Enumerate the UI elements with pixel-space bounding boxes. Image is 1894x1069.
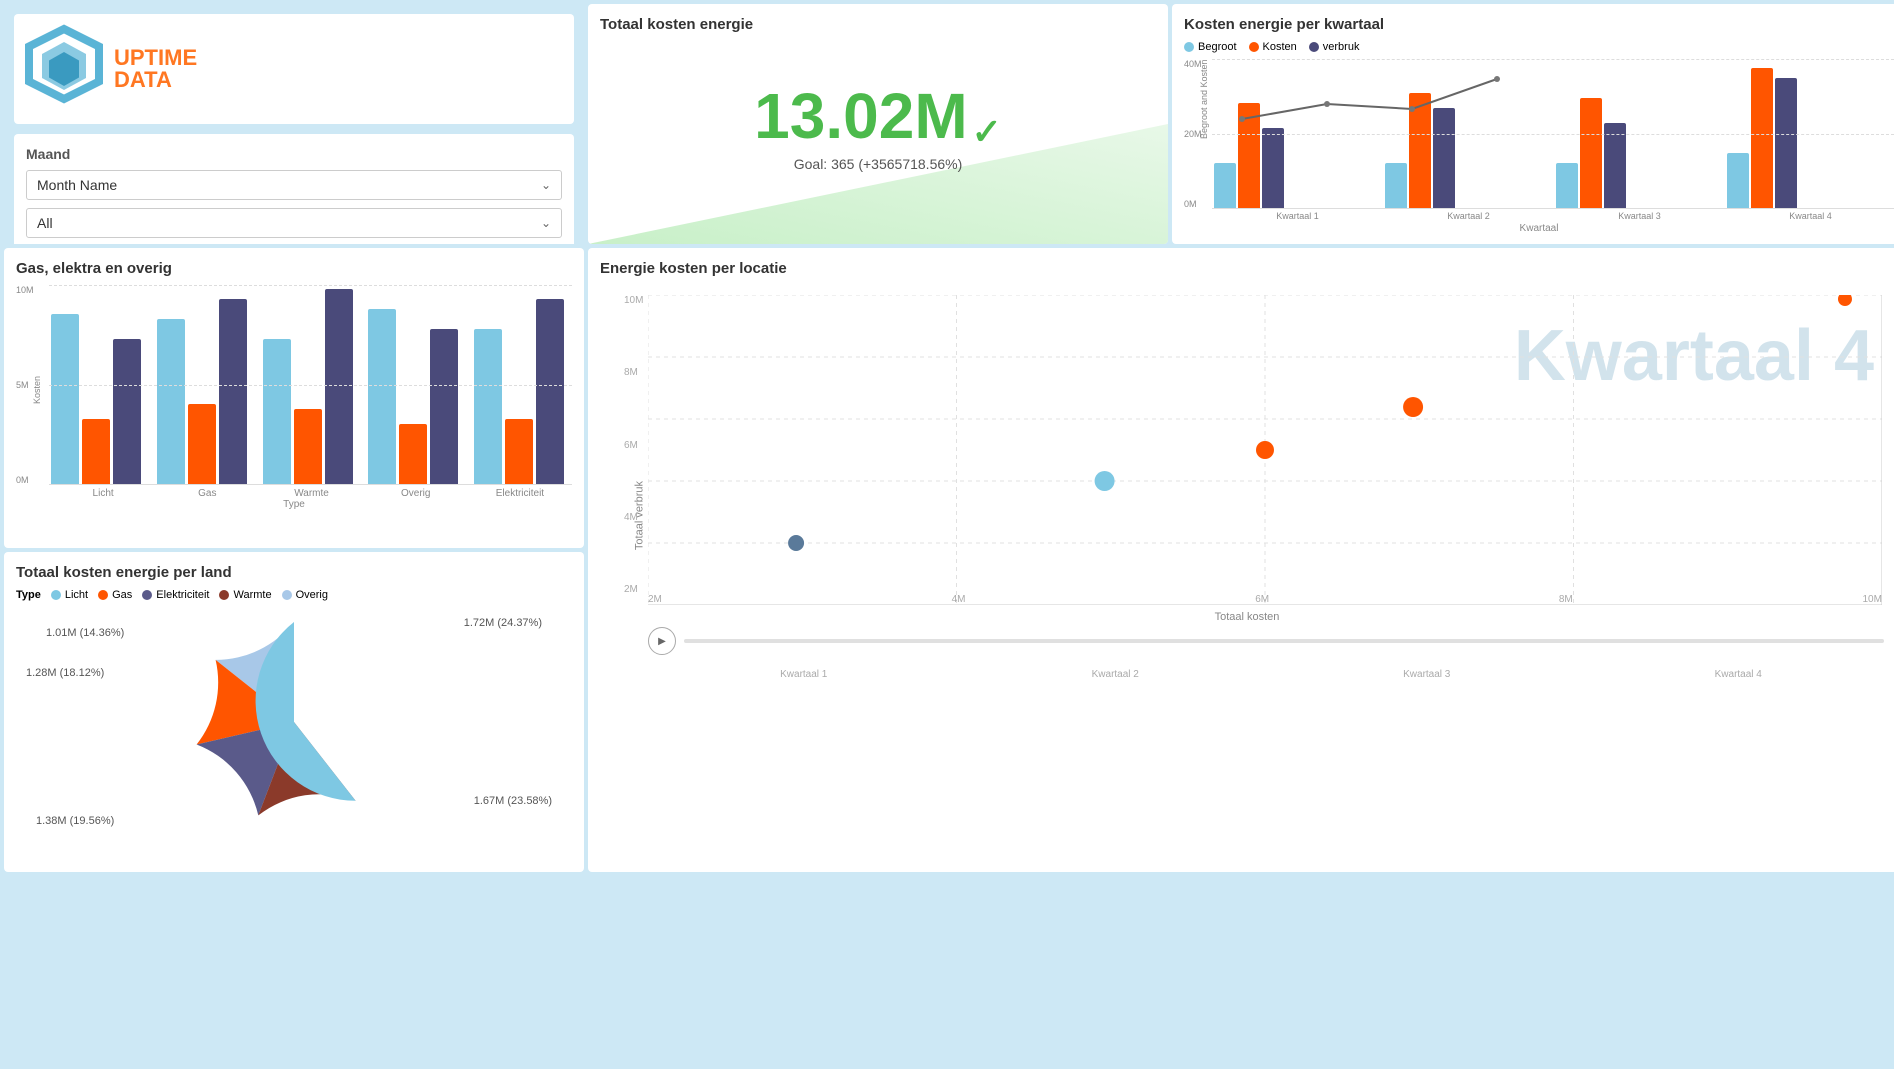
legend-begroot: Begroot — [1184, 41, 1237, 53]
warmte-dark-bar — [325, 289, 353, 484]
logo-area: UPTIME DATA — [14, 14, 574, 124]
timeline-k4: Kwartaal 4 — [1715, 669, 1762, 680]
chevron-down-icon: ⌄ — [541, 178, 551, 192]
k2-light-bar — [1385, 163, 1407, 208]
overig-dark-bar — [430, 329, 458, 484]
kwartaal3-bars — [1556, 98, 1723, 208]
k4-label: Kwartaal 4 — [1727, 211, 1894, 221]
k3-light-bar — [1556, 163, 1578, 208]
legend-verbruk: verbruk — [1309, 41, 1360, 53]
locatie-title: Energie kosten per locatie — [600, 260, 1894, 277]
pie-label-overig: 1.72M (24.37%) — [464, 617, 542, 629]
totaal-kosten-panel: Totaal kosten energie 13.02M ✓ Goal: 365… — [588, 4, 1168, 244]
gas-orange-bar — [188, 404, 216, 484]
kwartaal4-bars — [1727, 68, 1894, 208]
land-title: Totaal kosten energie per land — [16, 564, 572, 581]
kwartaal-legend: Begroot Kosten verbruk — [1184, 41, 1894, 53]
elek-bars — [474, 299, 572, 484]
chevron-down-icon-2: ⌄ — [541, 216, 551, 230]
checkmark-icon: ✓ — [972, 112, 1002, 152]
scatter-svg — [648, 295, 1882, 605]
overig-orange-bar — [399, 424, 427, 484]
play-bar: ▶ — [648, 627, 1884, 655]
k2-orange-bar — [1409, 93, 1431, 208]
k3-dark-bar — [1604, 123, 1626, 208]
gas-dark-bar — [219, 299, 247, 484]
gas-dot — [98, 590, 108, 600]
goal-text: Goal: 365 (+3565718.56%) — [600, 156, 1156, 172]
all-dropdown[interactable]: All ⌄ — [26, 208, 562, 238]
warmte-bars — [263, 289, 361, 484]
gas-y-axis-title: Kosten — [32, 376, 42, 404]
land-panel: Totaal kosten energie per land Type Lich… — [4, 552, 584, 872]
pie-label-licht: 1.01M (14.36%) — [46, 627, 124, 639]
totaal-kosten-title: Totaal kosten energie — [600, 16, 1156, 33]
kwartaal-title: Kosten energie per kwartaal — [1184, 16, 1894, 33]
timeline-k2: Kwartaal 2 — [1092, 669, 1139, 680]
legend-elek: Elektriciteit — [142, 589, 209, 601]
pie-label-gas: 1.67M (23.58%) — [474, 795, 552, 807]
k1-label: Kwartaal 1 — [1214, 211, 1381, 221]
elek-orange-bar — [505, 419, 533, 484]
gas-light-bar — [157, 319, 185, 484]
overig-dot — [282, 590, 292, 600]
elek-light-bar — [474, 329, 502, 484]
licht-dark-bar — [113, 339, 141, 484]
licht-orange-bar — [82, 419, 110, 484]
play-track[interactable] — [684, 639, 1884, 643]
timeline-k1: Kwartaal 1 — [780, 669, 827, 680]
legend-overig: Overig — [282, 589, 328, 601]
overig-light-bar — [368, 309, 396, 484]
elek-dark-bar — [536, 299, 564, 484]
elek-dot — [142, 590, 152, 600]
pie-label-elek: 1.38M (19.56%) — [36, 815, 114, 827]
land-legend: Type Licht Gas Elektriciteit Warmte Over… — [16, 589, 572, 601]
kosten-dot — [1249, 42, 1259, 52]
kwartaal1-bars — [1214, 103, 1381, 208]
legend-gas: Gas — [98, 589, 132, 601]
k3-orange-bar — [1580, 98, 1602, 208]
licht-bars — [51, 314, 149, 484]
begroot-dot — [1184, 42, 1194, 52]
legend-kosten: Kosten — [1249, 41, 1297, 53]
logo-text: UPTIME DATA — [114, 47, 197, 91]
licht-dot — [51, 590, 61, 600]
verbruk-dot — [1309, 42, 1319, 52]
warmte-light-bar — [263, 339, 291, 484]
gas-bars — [157, 299, 255, 484]
locatie-x-title: Totaal kosten — [600, 611, 1894, 623]
k4-light-bar — [1727, 153, 1749, 208]
k1-light-bar — [1214, 163, 1236, 208]
legend-warmte: Warmte — [219, 589, 271, 601]
k2-label: Kwartaal 2 — [1385, 211, 1552, 221]
kwartaal-x-axis-title: Kwartaal — [1184, 223, 1894, 234]
k1-dark-bar — [1262, 128, 1284, 208]
overig-bars — [368, 309, 466, 484]
pie-chart — [194, 622, 394, 822]
play-button[interactable]: ▶ — [648, 627, 676, 655]
gas-elektra-panel: Gas, elektra en overig 10M 5M 0M — [4, 248, 584, 548]
k1-orange-bar — [1238, 103, 1260, 208]
kwartaal-panel: Kosten energie per kwartaal Begroot Kost… — [1172, 4, 1894, 244]
kwartaal2-bars — [1385, 93, 1552, 208]
gas-x-axis-title: Type — [16, 499, 572, 510]
k2-dark-bar — [1433, 108, 1455, 208]
logo-icon — [24, 24, 104, 114]
k3-label: Kwartaal 3 — [1556, 211, 1723, 221]
pie-label-warmte: 1.28M (18.12%) — [26, 667, 104, 679]
warmte-orange-bar — [294, 409, 322, 484]
logo-filter-panel: UPTIME DATA Maand Month Name ⌄ All ⌄ — [4, 4, 584, 244]
filter-title: Maand — [26, 146, 562, 162]
locatie-panel: Energie kosten per locatie Kwartaal 4 To… — [588, 248, 1894, 872]
timeline-k3: Kwartaal 3 — [1403, 669, 1450, 680]
k4-dark-bar — [1775, 78, 1797, 208]
k4-orange-bar — [1751, 68, 1773, 208]
legend-licht: Licht — [51, 589, 88, 601]
gas-title: Gas, elektra en overig — [16, 260, 572, 277]
maand-dropdown[interactable]: Month Name ⌄ — [26, 170, 562, 200]
filter-panel: Maand Month Name ⌄ All ⌄ — [14, 134, 574, 244]
licht-light-bar — [51, 314, 79, 484]
totaal-value: 13.02M — [754, 81, 967, 151]
warmte-dot — [219, 590, 229, 600]
